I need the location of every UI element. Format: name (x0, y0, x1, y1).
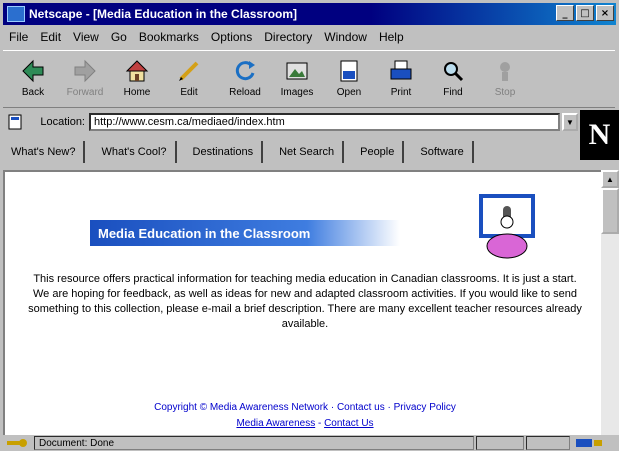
print-button[interactable]: Print (379, 57, 423, 103)
security-key-icon[interactable] (6, 438, 28, 448)
menu-help[interactable]: Help (373, 30, 410, 44)
minimize-button[interactable]: _ (556, 5, 574, 21)
images-label: Images (280, 87, 314, 98)
reload-label: Reload (229, 87, 261, 98)
back-label: Back (21, 87, 45, 98)
edit-icon (179, 61, 199, 81)
menu-bookmarks[interactable]: Bookmarks (133, 30, 205, 44)
menu-edit[interactable]: Edit (34, 30, 67, 44)
reload-icon (235, 61, 255, 81)
forward-button[interactable]: Forward (63, 57, 107, 103)
open-icon (340, 60, 358, 82)
home-icon (125, 60, 149, 82)
menu-view[interactable]: View (67, 30, 105, 44)
intro-paragraph: This resource offers practical informati… (28, 273, 582, 330)
bookmark-icon[interactable] (7, 113, 25, 131)
menu-options[interactable]: Options (205, 30, 258, 44)
maximize-button[interactable]: □ (576, 5, 594, 21)
status-progress-cell (476, 436, 524, 450)
destinations-button[interactable]: Destinations (185, 141, 264, 163)
link-separator: - (315, 418, 325, 429)
edit-button[interactable]: Edit (167, 57, 211, 103)
footer-links: Media Awareness - Contact Us (27, 418, 583, 429)
title-bar[interactable]: Netscape - [Media Education in the Class… (3, 3, 616, 25)
browser-window: Netscape - [Media Education in the Class… (0, 0, 619, 450)
menu-window[interactable]: Window (318, 30, 373, 44)
find-button[interactable]: Find (431, 57, 475, 103)
reload-button[interactable]: Reload (223, 57, 267, 103)
window-controls: _ □ × (556, 5, 614, 21)
whats-new-button[interactable]: What's New? (3, 141, 86, 163)
netscape-app-icon (7, 6, 25, 22)
scroll-up-icon[interactable]: ▲ (601, 170, 619, 188)
status-cell (526, 436, 570, 450)
forward-label: Forward (66, 87, 104, 98)
stop-button[interactable]: Stop (483, 57, 527, 103)
contact-us-link[interactable]: Contact Us (324, 418, 373, 429)
footer-link-line[interactable]: Copyright © Media Awareness Network · Co… (27, 402, 583, 413)
status-bar: Document: Done (0, 436, 619, 450)
location-input[interactable]: http://www.cesm.ca/mediaed/index.htm (89, 113, 560, 131)
location-dropdown-icon[interactable]: ▼ (562, 113, 578, 131)
print-label: Print (390, 87, 412, 98)
images-icon (286, 62, 308, 80)
menu-go[interactable]: Go (105, 30, 133, 44)
whats-cool-button[interactable]: What's Cool? (93, 141, 177, 163)
forward-icon (74, 59, 96, 83)
find-icon (444, 62, 464, 82)
status-text: Document: Done (34, 436, 474, 450)
vertical-scrollbar[interactable]: ▲ (601, 170, 619, 435)
directory-buttons-bar: What's New? What's Cool? Destinations Ne… (3, 138, 578, 166)
back-button[interactable]: Back (11, 57, 55, 103)
navigation-toolbar: Back Forward Home Edit Reload Images Ope… (3, 50, 615, 108)
open-label: Open (336, 87, 362, 98)
edit-label: Edit (180, 87, 198, 98)
menu-directory[interactable]: Directory (258, 30, 318, 44)
software-button[interactable]: Software (412, 141, 474, 163)
stop-icon (500, 62, 510, 81)
images-button[interactable]: Images (275, 57, 319, 103)
menu-file[interactable]: File (3, 30, 34, 44)
window-title: Netscape - [Media Education in the Class… (29, 7, 298, 21)
location-label: Location: (40, 116, 85, 128)
menu-bar: File Edit View Go Bookmarks Options Dire… (3, 27, 410, 47)
stop-label: Stop (494, 87, 516, 98)
home-button[interactable]: Home (115, 57, 159, 103)
page-banner-title: Media Education in the Classroom (90, 220, 400, 246)
page-content: Media Education in the Classroom This re… (3, 170, 601, 435)
close-button[interactable]: × (596, 5, 614, 21)
netscape-logo: N (580, 110, 619, 160)
mail-status-icon[interactable] (574, 437, 604, 449)
find-label: Find (443, 87, 463, 98)
print-icon (390, 60, 412, 80)
people-button[interactable]: People (352, 141, 405, 163)
back-icon (22, 59, 44, 83)
tv-mascot-icon (479, 194, 535, 259)
scroll-thumb[interactable] (601, 188, 619, 234)
media-awareness-link[interactable]: Media Awareness (236, 418, 315, 429)
location-bar: Location: http://www.cesm.ca/mediaed/ind… (3, 110, 578, 134)
net-search-button[interactable]: Net Search (271, 141, 345, 163)
home-label: Home (123, 87, 151, 98)
open-button[interactable]: Open (327, 57, 371, 103)
